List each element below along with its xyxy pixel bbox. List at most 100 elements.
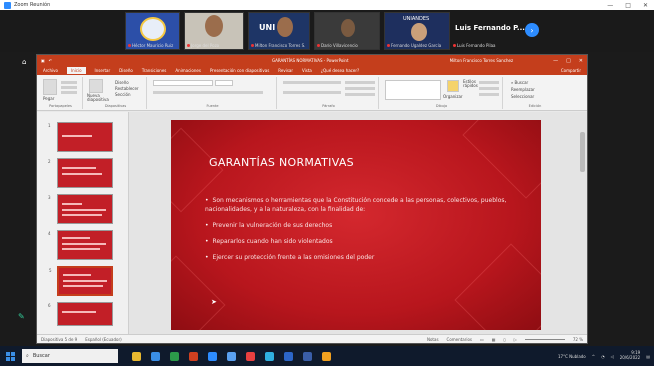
zoom-taskbar-icon[interactable] bbox=[208, 351, 217, 361]
ribbon-group-clipboard: Pegar Portapapeles bbox=[39, 77, 83, 109]
taskbar-app-icon[interactable] bbox=[132, 351, 141, 361]
slide-thumbnail-selected[interactable]: 5 bbox=[49, 266, 113, 296]
replace-button[interactable]: Reemplazar bbox=[511, 87, 535, 92]
cut-button[interactable] bbox=[61, 81, 77, 84]
copy-button[interactable] bbox=[61, 86, 77, 89]
taskbar-search[interactable]: ⌕ Buscar bbox=[22, 349, 118, 363]
participant-tile[interactable]: Darío Villavicencio bbox=[314, 12, 380, 50]
text-direction-button[interactable] bbox=[345, 81, 375, 84]
view-sorter-icon[interactable]: ▦ bbox=[492, 337, 496, 342]
align-text-button[interactable] bbox=[345, 87, 375, 90]
shape-effects-button[interactable] bbox=[479, 93, 499, 96]
volume-icon[interactable]: ◁ bbox=[611, 354, 614, 359]
comments-button[interactable]: Comentarios bbox=[447, 337, 472, 342]
home-icon[interactable]: ⌂ bbox=[22, 58, 30, 66]
close-icon[interactable]: ✕ bbox=[643, 2, 648, 9]
participant-tile[interactable]: UNIANDES Fernando Ugaldez García bbox=[384, 12, 450, 50]
taskbar-app-icon[interactable] bbox=[227, 351, 236, 361]
align-buttons[interactable] bbox=[283, 91, 341, 94]
reset-button[interactable]: Restablecer bbox=[115, 86, 139, 91]
arrange-button[interactable] bbox=[447, 80, 459, 92]
slide-thumbnail[interactable]: 3 bbox=[48, 194, 113, 224]
view-normal-icon[interactable]: ▭ bbox=[480, 337, 484, 342]
taskbar-clock[interactable]: 9:19 20/6/2022 bbox=[620, 350, 641, 361]
participant-tile[interactable]: Héctor Mauricio Ruiz bbox=[125, 12, 180, 50]
start-button[interactable] bbox=[0, 346, 20, 366]
tab-diseno[interactable]: Diseño bbox=[119, 68, 133, 73]
minimize-icon[interactable]: — bbox=[607, 2, 613, 9]
font-family-select[interactable] bbox=[153, 80, 213, 86]
tab-vista[interactable]: Vista bbox=[302, 68, 312, 73]
chevron-up-icon[interactable]: ^ bbox=[592, 354, 595, 359]
select-button[interactable]: Seleccionar bbox=[511, 94, 534, 99]
next-participants-button[interactable]: › bbox=[525, 23, 539, 37]
font-size-select[interactable] bbox=[215, 80, 233, 86]
new-slide-label: Nueva diapositiva bbox=[87, 93, 109, 103]
ribbon-tabs: Archivo Inicio Insertar Diseño Transicio… bbox=[37, 66, 587, 75]
find-button[interactable]: ⌕ Buscar bbox=[511, 80, 528, 85]
slide-thumbnail[interactable]: 4 bbox=[48, 230, 113, 260]
maximize-icon[interactable]: □ bbox=[625, 2, 631, 9]
task-view-icon[interactable] bbox=[151, 351, 160, 361]
tell-me-search[interactable]: ¿Qué desea hacer? bbox=[321, 68, 359, 73]
layout-button[interactable]: Diseño bbox=[115, 80, 129, 85]
format-painter-button[interactable] bbox=[61, 91, 77, 94]
tab-transiciones[interactable]: Transiciones bbox=[142, 68, 167, 73]
share-button[interactable]: Compartir bbox=[561, 68, 581, 73]
zoom-slider[interactable] bbox=[524, 338, 565, 340]
bullet-item: Son mecanismos o herramientas que la Con… bbox=[205, 196, 525, 214]
slide-thumbnail[interactable]: 6 bbox=[48, 302, 113, 326]
weather-widget[interactable]: 17°C Nublado bbox=[558, 354, 586, 359]
undo-icon[interactable]: ↶ bbox=[49, 58, 52, 63]
tab-inicio[interactable]: Inicio bbox=[66, 67, 86, 74]
participant-tile[interactable]: Jorge del Pozo bbox=[184, 12, 244, 50]
paste-button[interactable] bbox=[43, 79, 57, 95]
current-slide[interactable]: GARANTÍAS NORMATIVAS Son mecanismos o he… bbox=[171, 120, 541, 330]
tab-insertar[interactable]: Insertar bbox=[95, 68, 111, 73]
slide-thumbnail[interactable]: 2 bbox=[48, 158, 113, 188]
font-format-buttons[interactable] bbox=[153, 91, 263, 94]
vertical-scrollbar[interactable] bbox=[580, 132, 585, 172]
ppt-close-icon[interactable]: ✕ bbox=[579, 58, 583, 64]
language-indicator[interactable]: Español (Ecuador) bbox=[85, 337, 121, 342]
section-button[interactable]: Sección bbox=[115, 92, 131, 97]
taskbar-app-icon[interactable] bbox=[265, 351, 274, 361]
slide-bullet-list[interactable]: Son mecanismos o herramientas que la Con… bbox=[205, 196, 525, 269]
ppt-minimize-icon[interactable]: — bbox=[553, 58, 558, 64]
tab-presentacion[interactable]: Presentación con diapositivas bbox=[210, 68, 269, 73]
word-taskbar-icon[interactable] bbox=[284, 351, 293, 361]
ppt-user-name[interactable]: Milton Francisco Torres Sanchez bbox=[450, 58, 513, 63]
notes-button[interactable]: Notas bbox=[427, 337, 439, 342]
shapes-gallery[interactable] bbox=[385, 80, 441, 100]
taskbar-app-icon[interactable] bbox=[246, 351, 255, 361]
pen-icon[interactable]: ✎ bbox=[18, 312, 28, 322]
tab-revisar[interactable]: Revisar bbox=[278, 68, 293, 73]
list-buttons[interactable] bbox=[283, 81, 341, 84]
tab-archivo[interactable]: Archivo bbox=[43, 68, 58, 73]
notification-icon[interactable]: ▤ bbox=[646, 354, 650, 359]
network-icon[interactable]: ◔ bbox=[601, 354, 605, 359]
new-slide-button[interactable] bbox=[89, 79, 103, 93]
ppt-maximize-icon[interactable]: □ bbox=[566, 58, 571, 64]
ppt-titlebar: ▣ ↶ GARANTÍAS NORMATIVAS - PowerPoint Mi… bbox=[37, 55, 587, 66]
participant-name: Luis Fernando Pilaa bbox=[457, 43, 496, 48]
view-slideshow-icon[interactable]: ▷ bbox=[514, 337, 517, 342]
slide-title[interactable]: GARANTÍAS NORMATIVAS bbox=[209, 156, 354, 169]
desktop-screen: Zoom Reunión — □ ✕ Héctor Mauricio Ruiz … bbox=[0, 0, 654, 366]
shape-outline-button[interactable] bbox=[479, 87, 499, 90]
powerpoint-taskbar-icon[interactable] bbox=[322, 351, 331, 361]
tab-animaciones[interactable]: Animaciones bbox=[175, 68, 201, 73]
taskbar-app-icon[interactable] bbox=[189, 351, 198, 361]
smartart-button[interactable] bbox=[345, 93, 375, 96]
shape-fill-button[interactable] bbox=[479, 81, 499, 84]
zoom-level[interactable]: 72 % bbox=[573, 337, 583, 342]
slide-thumbnails: 1 2 3 4 5 6 bbox=[37, 112, 129, 334]
participant-tile[interactable]: UNI LS Milton Francisco Torres S. bbox=[248, 12, 310, 50]
status-bar: Diapositiva 5 de 9 Español (Ecuador) Not… bbox=[37, 334, 587, 343]
slide-thumbnail[interactable]: 1 bbox=[48, 122, 113, 152]
taskbar-app-icon[interactable] bbox=[303, 351, 312, 361]
taskbar-app-icon[interactable] bbox=[170, 351, 179, 361]
save-icon[interactable]: ▣ bbox=[41, 58, 45, 63]
quick-styles-button[interactable]: Estilos rápidos bbox=[463, 79, 478, 89]
view-reading-icon[interactable]: ▯ bbox=[504, 337, 506, 342]
